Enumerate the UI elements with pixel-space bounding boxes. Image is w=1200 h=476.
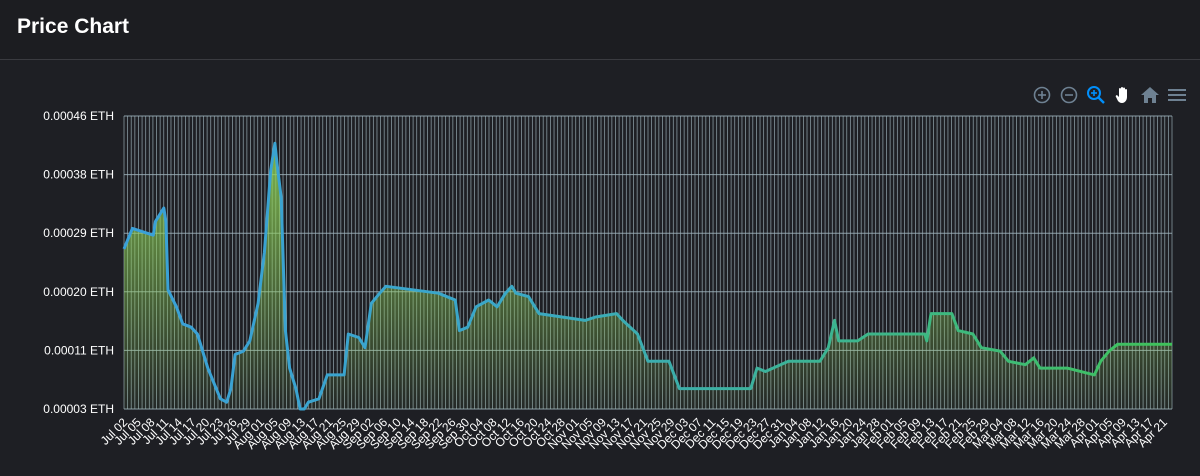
price-chart: 0.00003 ETH 0.00011 ETH 0.00020 ETH 0.00029…: [43, 109, 1173, 452]
x-axis-labels: Jul 02Jul 05Jul 08Jul 11Jul 14Jul 17Jul …: [98, 415, 1171, 452]
y-axis-labels: 0.00003 ETH 0.00011 ETH 0.00020 ETH 0.00029…: [43, 109, 114, 416]
y-tick-label: 0.00011 ETH: [44, 343, 114, 357]
y-tick-label: 0.00046 ETH: [43, 109, 114, 123]
y-tick-label: 0.00038 ETH: [43, 168, 114, 182]
y-tick-label: 0.00029 ETH: [43, 226, 114, 240]
y-tick-label: 0.00003 ETH: [43, 402, 114, 416]
y-tick-label: 0.00020 ETH: [43, 285, 114, 299]
